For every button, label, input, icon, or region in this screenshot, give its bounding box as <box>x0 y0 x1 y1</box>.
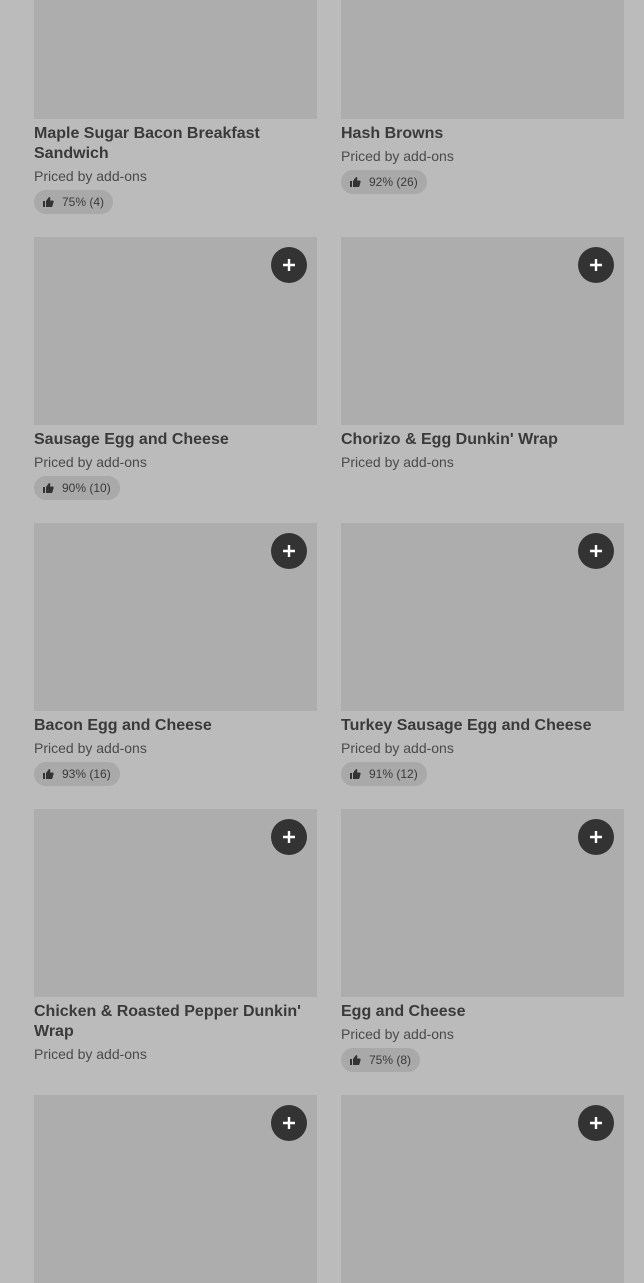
plus-icon <box>283 259 295 271</box>
item-price: Priced by add-ons <box>34 168 147 184</box>
item-price: Priced by add-ons <box>34 454 147 470</box>
rating-badge: 92% (26) <box>341 170 427 194</box>
item-image[interactable] <box>341 523 624 711</box>
rating-text: 75% (8) <box>369 1053 412 1067</box>
item-name[interactable]: Chorizo & Egg Dunkin' Wrap <box>341 430 624 450</box>
add-item-button[interactable] <box>578 1105 614 1141</box>
item-price: Priced by add-ons <box>341 740 454 756</box>
item-image[interactable] <box>341 0 624 119</box>
menu-item-card[interactable]: Hash Browns Priced by add-ons 92% (26) <box>341 0 624 194</box>
plus-icon <box>283 545 295 557</box>
add-item-button[interactable] <box>578 533 614 569</box>
menu-item-card[interactable]: Bacon Egg and Cheese Priced by add-ons 9… <box>34 523 317 786</box>
menu-item-card[interactable]: Chorizo & Egg Dunkin' Wrap Priced by add… <box>341 237 624 472</box>
item-name[interactable]: Turkey Sausage Egg and Cheese <box>341 716 624 736</box>
menu-item-card[interactable]: Maple Sugar Bacon Breakfast Sandwich Pri… <box>34 0 317 214</box>
add-item-button[interactable] <box>271 247 307 283</box>
add-item-button[interactable] <box>578 819 614 855</box>
menu-item-card[interactable] <box>341 1095 624 1283</box>
thumbs-up-icon <box>349 768 361 780</box>
item-name[interactable]: Hash Browns <box>341 124 624 144</box>
thumbs-up-icon <box>42 768 54 780</box>
item-name[interactable]: Maple Sugar Bacon Breakfast Sandwich <box>34 124 317 164</box>
item-name[interactable]: Bacon Egg and Cheese <box>34 716 317 736</box>
item-price: Priced by add-ons <box>34 740 147 756</box>
rating-text: 90% (10) <box>62 481 111 495</box>
plus-icon <box>590 259 602 271</box>
item-image[interactable] <box>34 523 317 711</box>
item-image[interactable] <box>34 237 317 425</box>
item-image[interactable] <box>34 809 317 997</box>
add-item-button[interactable] <box>578 247 614 283</box>
rating-badge: 93% (16) <box>34 762 120 786</box>
add-item-button[interactable] <box>271 1105 307 1141</box>
thumbs-up-icon <box>42 482 54 494</box>
add-item-button[interactable] <box>271 533 307 569</box>
item-price: Priced by add-ons <box>341 1026 454 1042</box>
rating-text: 92% (26) <box>369 175 418 189</box>
item-image[interactable] <box>341 1095 624 1283</box>
rating-badge: 75% (4) <box>34 190 114 214</box>
item-name[interactable]: Egg and Cheese <box>341 1002 624 1022</box>
item-price: Priced by add-ons <box>341 148 454 164</box>
rating-text: 75% (4) <box>62 195 105 209</box>
item-image[interactable] <box>34 1095 317 1283</box>
rating-badge: 75% (8) <box>341 1048 421 1072</box>
item-image[interactable] <box>34 0 317 119</box>
menu-item-card[interactable]: Egg and Cheese Priced by add-ons 75% (8) <box>341 809 624 1072</box>
rating-badge: 90% (10) <box>34 476 120 500</box>
menu-item-card[interactable]: Turkey Sausage Egg and Cheese Priced by … <box>341 523 624 786</box>
thumbs-up-icon <box>42 196 54 208</box>
menu-item-card[interactable] <box>34 1095 317 1283</box>
rating-text: 91% (12) <box>369 767 418 781</box>
item-name[interactable]: Chicken & Roasted Pepper Dunkin' Wrap <box>34 1002 317 1042</box>
rating-text: 93% (16) <box>62 767 111 781</box>
thumbs-up-icon <box>349 1054 361 1066</box>
menu-item-card[interactable]: Chicken & Roasted Pepper Dunkin' Wrap Pr… <box>34 809 317 1064</box>
plus-icon <box>283 831 295 843</box>
add-item-button[interactable] <box>271 819 307 855</box>
rating-badge: 91% (12) <box>341 762 427 786</box>
item-image[interactable] <box>341 809 624 997</box>
thumbs-up-icon <box>349 176 361 188</box>
plus-icon <box>590 831 602 843</box>
plus-icon <box>590 545 602 557</box>
plus-icon <box>590 1117 602 1129</box>
menu-item-card[interactable]: Sausage Egg and Cheese Priced by add-ons… <box>34 237 317 500</box>
item-image[interactable] <box>341 237 624 425</box>
item-price: Priced by add-ons <box>34 1046 147 1062</box>
item-name[interactable]: Sausage Egg and Cheese <box>34 430 317 450</box>
item-price: Priced by add-ons <box>341 454 454 470</box>
plus-icon <box>283 1117 295 1129</box>
